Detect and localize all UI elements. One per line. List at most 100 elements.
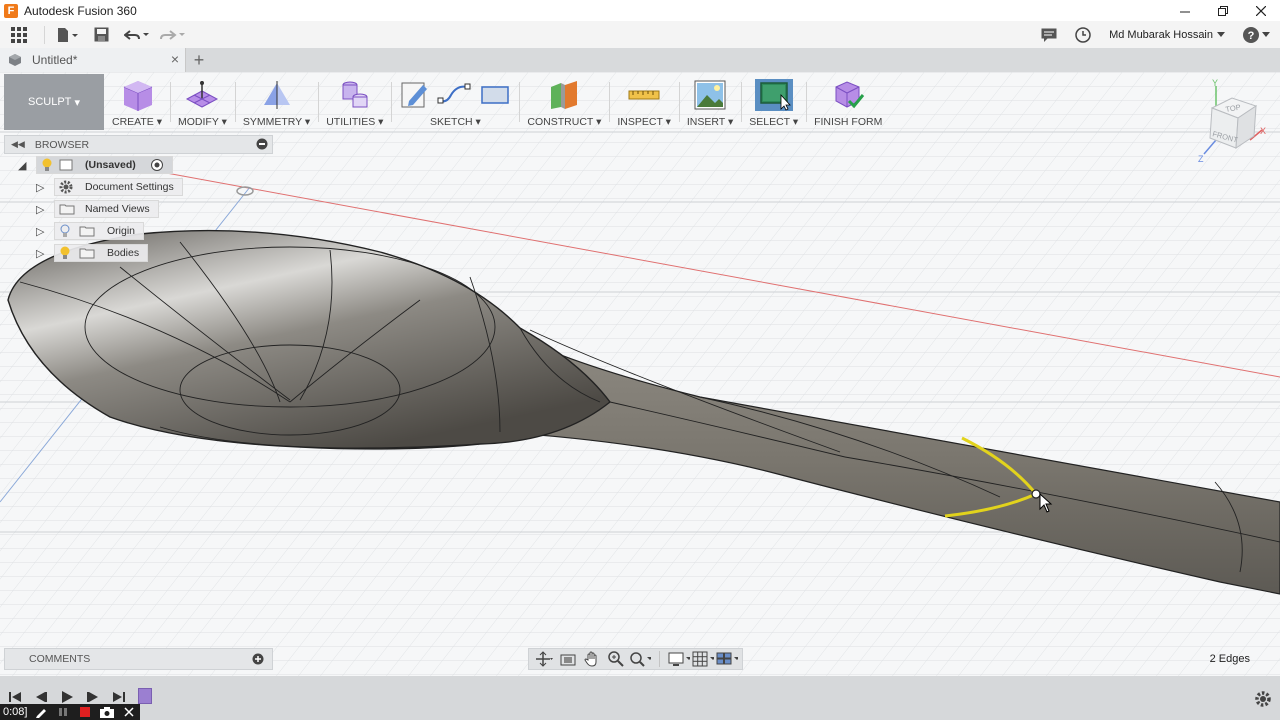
minimize-panel-icon[interactable]: [256, 138, 268, 150]
file-menu-button[interactable]: [51, 21, 83, 48]
named-views-label: Named Views: [85, 203, 150, 215]
finish-form-button[interactable]: FINISH FORM: [814, 74, 882, 130]
visibility-bulb-icon[interactable]: [41, 158, 53, 172]
comments-title: COMMENTS: [29, 653, 91, 665]
look-at-button[interactable]: [557, 650, 579, 668]
display-settings-button[interactable]: [668, 650, 690, 668]
close-recorder-button[interactable]: [118, 704, 140, 720]
data-panel-button[interactable]: [0, 21, 38, 48]
window-title: Autodesk Fusion 360: [24, 3, 137, 18]
select-menu[interactable]: SELECT ▾: [749, 74, 798, 130]
browser-root-row[interactable]: ◢ (Unsaved): [4, 154, 273, 176]
edit-form-icon: [186, 81, 219, 108]
modify-menu[interactable]: MODIFY ▾: [178, 74, 227, 130]
step-forward-button[interactable]: [86, 690, 100, 704]
inspect-menu[interactable]: INSPECT ▾: [617, 74, 671, 130]
construct-menu[interactable]: CONSTRUCT ▾: [527, 74, 601, 130]
help-menu[interactable]: ?: [1243, 26, 1270, 43]
orbit-button[interactable]: [533, 650, 555, 668]
tree-row-named-views[interactable]: ▷ Named Views: [4, 198, 273, 220]
chevron-down-icon: ▾: [221, 116, 227, 128]
form-feature-marker[interactable]: [138, 688, 152, 704]
quick-access-toolbar: Md Mubarak Hossain ?: [0, 21, 1280, 48]
minimize-button[interactable]: [1166, 0, 1204, 21]
tree-row-document-settings[interactable]: ▷ Document Settings: [4, 176, 273, 198]
origin-node[interactable]: Origin: [54, 222, 145, 240]
pen-button[interactable]: [30, 704, 52, 720]
expand-triangle-icon[interactable]: ▷: [36, 225, 44, 238]
user-name: Md Mubarak Hossain: [1109, 28, 1213, 41]
document-settings-node[interactable]: Document Settings: [54, 178, 183, 196]
selected-vertex[interactable]: [1031, 489, 1041, 499]
add-comment-icon[interactable]: [252, 653, 264, 665]
zoom-button[interactable]: [605, 650, 627, 668]
save-button[interactable]: [83, 21, 119, 48]
chevron-down-icon: ▾: [596, 116, 602, 128]
play-button[interactable]: [60, 690, 74, 704]
inspect-label: INSPECT: [617, 116, 663, 128]
activate-radio-icon[interactable]: [150, 158, 164, 172]
gear-icon[interactable]: [1254, 690, 1272, 708]
step-forward-icon: [87, 692, 98, 702]
bodies-node[interactable]: Bodies: [54, 244, 149, 262]
step-back-button[interactable]: [34, 690, 48, 704]
look-at-icon: [560, 654, 576, 666]
comments-panel[interactable]: COMMENTS: [4, 648, 273, 670]
close-window-button[interactable]: [1242, 0, 1280, 21]
expand-triangle-icon[interactable]: ▷: [36, 181, 44, 194]
expand-triangle-icon[interactable]: ▷: [36, 247, 44, 260]
workspace-switcher[interactable]: SCULPT ▾: [4, 74, 104, 130]
modify-label: MODIFY: [178, 116, 219, 128]
svg-text:?: ?: [1248, 30, 1255, 42]
utilities-menu[interactable]: UTILITIES ▾: [326, 74, 383, 130]
collapse-triangle-icon[interactable]: ◢: [18, 159, 26, 172]
visibility-bulb-icon[interactable]: [59, 246, 71, 260]
insert-menu[interactable]: INSERT ▾: [687, 74, 733, 130]
collapse-arrows-icon[interactable]: ◀◀: [11, 139, 25, 150]
browser-title: BROWSER: [34, 138, 90, 151]
recording-time: 0:08]: [3, 706, 28, 718]
help-icon: ?: [1243, 26, 1259, 43]
close-tab-icon[interactable]: ×: [171, 51, 179, 67]
utilities-label: UTILITIES: [326, 116, 376, 128]
fit-button[interactable]: [629, 650, 651, 668]
go-to-end-button[interactable]: [112, 690, 126, 704]
create-menu[interactable]: CREATE ▾: [112, 74, 162, 130]
redo-icon: [160, 29, 185, 40]
minimize-icon: [1180, 11, 1190, 12]
clock-icon[interactable]: [1075, 26, 1091, 43]
pan-button[interactable]: [581, 650, 603, 668]
redo-button[interactable]: [155, 21, 191, 48]
visibility-bulb-off-icon[interactable]: [59, 224, 71, 238]
tree-row-origin[interactable]: ▷ Origin: [4, 220, 273, 242]
named-views-node[interactable]: Named Views: [54, 200, 159, 218]
user-menu[interactable]: Md Mubarak Hossain: [1109, 29, 1225, 41]
viewports-button[interactable]: [716, 650, 738, 668]
browser-header[interactable]: ◀◀ BROWSER: [4, 135, 273, 154]
grid-settings-button[interactable]: [692, 650, 714, 668]
document-tab[interactable]: Untitled* ×: [0, 48, 186, 72]
tree-row-bodies[interactable]: ▷ Bodies: [4, 242, 273, 264]
symmetry-icon: [263, 81, 290, 109]
document-settings-label: Document Settings: [85, 181, 174, 193]
expand-triangle-icon[interactable]: ▷: [36, 203, 44, 216]
undo-button[interactable]: [119, 21, 155, 48]
view-cube[interactable]: Y X Z TOP FRONT: [1196, 78, 1272, 164]
sketch-menu[interactable]: SKETCH ▾: [399, 74, 511, 130]
selection-status: 2 Edges: [1209, 653, 1250, 665]
go-to-start-button[interactable]: [8, 690, 22, 704]
z-axis-indicator: [1203, 139, 1217, 155]
restore-button[interactable]: [1204, 0, 1242, 21]
move-arrows-icon: [536, 651, 553, 667]
stop-button[interactable]: [74, 704, 96, 720]
pause-button[interactable]: [52, 704, 74, 720]
browser-panel: ◀◀ BROWSER ◢ (Unsaved) ▷ Document Settin…: [4, 135, 273, 264]
camera-button[interactable]: [96, 704, 118, 720]
new-tab-button[interactable]: +: [186, 48, 212, 72]
chevron-down-icon: ▾: [665, 116, 671, 128]
comment-icon[interactable]: [1041, 28, 1057, 42]
select-label: SELECT: [749, 116, 790, 128]
root-node[interactable]: (Unsaved): [36, 156, 173, 174]
recorder-toolbar: 0:08]: [0, 704, 141, 720]
symmetry-menu[interactable]: SYMMETRY ▾: [243, 74, 310, 130]
